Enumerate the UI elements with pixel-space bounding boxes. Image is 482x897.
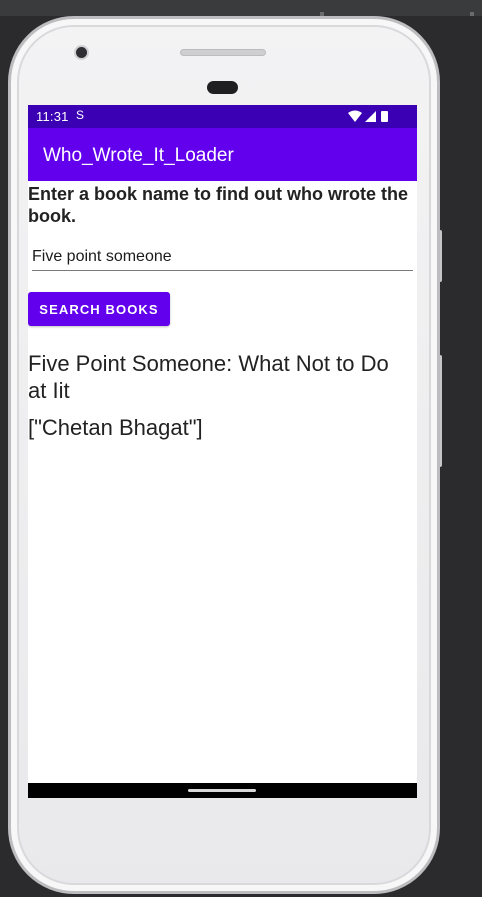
proximity-sensor	[207, 81, 238, 94]
book-input[interactable]	[32, 245, 413, 269]
status-time: 11:31	[36, 109, 69, 124]
front-camera	[74, 45, 89, 60]
search-books-button[interactable]: SEARCH BOOKS	[28, 292, 170, 326]
battery-icon	[381, 111, 388, 122]
home-gesture-handle[interactable]	[188, 789, 256, 792]
wifi-icon	[348, 110, 362, 122]
app-bar: Who_Wrote_It_Loader	[28, 128, 417, 181]
navigation-bar	[28, 783, 417, 798]
app-title: Who_Wrote_It_Loader	[43, 145, 234, 166]
device-screen: 11:31 S Who_Wrote_It_Loader Enter a book…	[28, 105, 417, 798]
result-title: Five Point Someone: What Not to Do at Ii…	[28, 351, 389, 403]
cellular-signal-icon	[365, 111, 376, 122]
status-icons	[347, 110, 393, 123]
result-authors: ["Chetan Bhagat"]	[28, 415, 203, 440]
earpiece-speaker	[180, 49, 266, 56]
sim-icon: S	[76, 108, 85, 122]
emulator-toolbar-strip	[0, 0, 482, 16]
toolbar-mark	[470, 12, 474, 16]
instruction-text: Enter a book name to find out who wrote …	[28, 184, 409, 226]
status-bar: 11:31 S	[28, 105, 417, 128]
book-input-field[interactable]	[32, 245, 413, 271]
